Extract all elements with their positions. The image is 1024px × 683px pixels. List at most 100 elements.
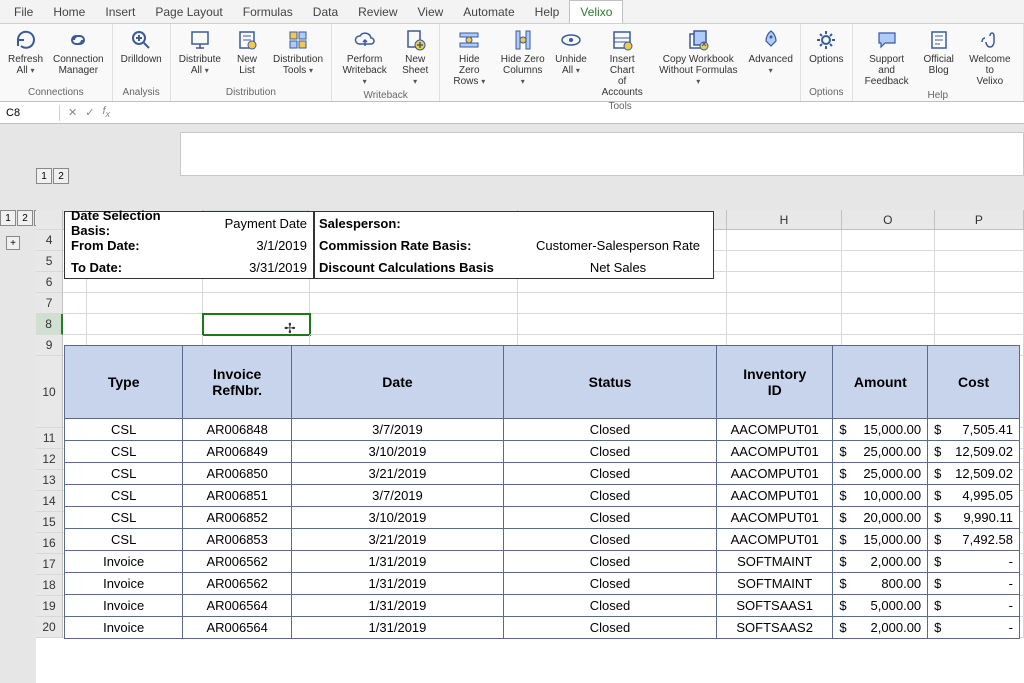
row-header-16[interactable]: 16: [36, 533, 63, 554]
column-header-P[interactable]: P: [935, 210, 1024, 229]
tab-automate[interactable]: Automate: [453, 1, 524, 23]
cell-O4[interactable]: [842, 230, 935, 251]
row-header-6[interactable]: 6: [36, 272, 63, 293]
cell-F8[interactable]: [518, 314, 727, 335]
row-header-13[interactable]: 13: [36, 470, 63, 491]
cell-H7[interactable]: [727, 293, 841, 314]
cell-B7[interactable]: [87, 293, 203, 314]
copy-workbook-without-formulas-button[interactable]: Copy WorkbookWithout Formulas ▾: [653, 26, 743, 89]
cell-E8[interactable]: [310, 314, 518, 335]
row-header-19[interactable]: 19: [36, 596, 63, 617]
select-all-corner[interactable]: [36, 210, 63, 230]
advanced-button[interactable]: Advanced▾: [745, 26, 796, 78]
insert-chart-of-accounts-button[interactable]: Insert Chartof Accounts: [593, 26, 651, 100]
table-row[interactable]: CSLAR0068503/21/2019ClosedAACOMPUT01$25,…: [64, 463, 1020, 485]
cell-F7[interactable]: [518, 293, 727, 314]
cell-H8[interactable]: [727, 314, 841, 335]
tab-help[interactable]: Help: [525, 1, 570, 23]
cell-C8[interactable]: [203, 314, 310, 335]
cell-O8[interactable]: [842, 314, 935, 335]
hide-zero-rows-button[interactable]: Hide ZeroRows ▾: [444, 26, 494, 89]
cell-P6[interactable]: [935, 272, 1024, 293]
outline-row-level-1[interactable]: 1: [0, 210, 16, 226]
table-row[interactable]: InvoiceAR0065641/31/2019ClosedSOFTSAAS2$…: [64, 617, 1020, 639]
cell-B8[interactable]: [87, 314, 203, 335]
row-header-7[interactable]: 7: [36, 293, 63, 314]
name-box[interactable]: C8: [0, 105, 60, 121]
table-row[interactable]: InvoiceAR0065621/31/2019ClosedSOFTMAINT$…: [64, 551, 1020, 573]
fx-icon[interactable]: fx: [102, 105, 110, 119]
connection-manager-button[interactable]: ConnectionManager: [49, 26, 108, 78]
row-header-9[interactable]: 9: [36, 335, 63, 356]
cancel-icon[interactable]: ✕: [68, 106, 77, 119]
welcome-to-velixo-button[interactable]: Welcome toVelixo: [961, 26, 1019, 89]
row-header-10[interactable]: 10: [36, 356, 63, 428]
cell-A7[interactable]: [63, 293, 87, 314]
enter-icon[interactable]: ✓: [85, 106, 94, 119]
row-header-17[interactable]: 17: [36, 554, 63, 575]
cell-C7[interactable]: [203, 293, 310, 314]
table-cell: AACOMPUT01: [717, 441, 833, 462]
new-list-button[interactable]: NewList: [227, 26, 267, 78]
refresh-all-button[interactable]: RefreshAll ▾: [4, 26, 47, 78]
tab-review[interactable]: Review: [348, 1, 407, 23]
tab-insert[interactable]: Insert: [95, 1, 145, 23]
table-row[interactable]: CSLAR0068493/10/2019ClosedAACOMPUT01$25,…: [64, 441, 1020, 463]
cell-A8[interactable]: [63, 314, 87, 335]
cell-H6[interactable]: [727, 272, 841, 293]
distribution-tools-button[interactable]: DistributionTools ▾: [269, 26, 327, 78]
options-button[interactable]: Options: [805, 26, 847, 67]
formula-input[interactable]: [118, 105, 1024, 121]
spreadsheet-grid[interactable]: ABCEFHOP 4567891011121314151617181920 Da…: [36, 210, 1024, 683]
cell-O6[interactable]: [842, 272, 935, 293]
tab-data[interactable]: Data: [303, 1, 348, 23]
distribute-all-button[interactable]: DistributeAll ▾: [175, 26, 225, 78]
table-row[interactable]: CSLAR0068523/10/2019ClosedAACOMPUT01$20,…: [64, 507, 1020, 529]
row-header-15[interactable]: 15: [36, 512, 63, 533]
table-row[interactable]: CSLAR0068533/21/2019ClosedAACOMPUT01$15,…: [64, 529, 1020, 551]
tab-home[interactable]: Home: [43, 1, 95, 23]
outline-row-level-2[interactable]: 2: [17, 210, 33, 226]
row-header-14[interactable]: 14: [36, 491, 63, 512]
table-row[interactable]: InvoiceAR0065641/31/2019ClosedSOFTSAAS1$…: [64, 595, 1020, 617]
cell-O7[interactable]: [842, 293, 935, 314]
new-sheet-button[interactable]: NewSheet ▾: [395, 26, 435, 89]
cell-H4[interactable]: [727, 230, 841, 251]
tab-velixo[interactable]: Velixo: [569, 0, 623, 23]
outline-expand-icon[interactable]: +: [6, 236, 20, 250]
cell-P8[interactable]: [935, 314, 1024, 335]
drilldown-button[interactable]: Drilldown: [117, 26, 166, 67]
tab-page-layout[interactable]: Page Layout: [145, 1, 232, 23]
column-header-O[interactable]: O: [842, 210, 935, 229]
tab-formulas[interactable]: Formulas: [233, 1, 303, 23]
salesperson-label: Salesperson:: [313, 212, 523, 234]
row-header-5[interactable]: 5: [36, 251, 63, 272]
formula-expand-area[interactable]: [180, 132, 1024, 176]
column-header-H[interactable]: H: [727, 210, 841, 229]
unhide-all-button[interactable]: UnhideAll ▾: [551, 26, 591, 78]
outline-col-level-1[interactable]: 1: [36, 168, 52, 184]
table-row[interactable]: CSLAR0068483/7/2019ClosedAACOMPUT01$15,0…: [64, 419, 1020, 441]
table-cell: CSL: [65, 463, 183, 484]
row-header-11[interactable]: 11: [36, 428, 63, 449]
support-and-feedback-button[interactable]: Support andFeedback: [857, 26, 917, 89]
row-header-20[interactable]: 20: [36, 617, 63, 638]
table-row[interactable]: InvoiceAR0065621/31/2019ClosedSOFTMAINT$…: [64, 573, 1020, 595]
outline-col-level-2[interactable]: 2: [53, 168, 69, 184]
cell-P7[interactable]: [935, 293, 1024, 314]
row-header-4[interactable]: 4: [36, 230, 63, 251]
table-row[interactable]: CSLAR0068513/7/2019ClosedAACOMPUT01$10,0…: [64, 485, 1020, 507]
row-header-18[interactable]: 18: [36, 575, 63, 596]
official-blog-button[interactable]: OfficialBlog: [919, 26, 959, 78]
cell-P5[interactable]: [935, 251, 1024, 272]
cell-O5[interactable]: [842, 251, 935, 272]
perform-writeback-button[interactable]: PerformWriteback ▾: [336, 26, 393, 89]
cell-P4[interactable]: [935, 230, 1024, 251]
row-header-8[interactable]: 8: [36, 314, 63, 335]
row-header-12[interactable]: 12: [36, 449, 63, 470]
hide-zero-columns-button[interactable]: Hide ZeroColumns ▾: [496, 26, 549, 89]
tab-view[interactable]: View: [408, 1, 454, 23]
tab-file[interactable]: File: [4, 1, 43, 23]
cell-E7[interactable]: [310, 293, 518, 314]
cell-H5[interactable]: [727, 251, 841, 272]
